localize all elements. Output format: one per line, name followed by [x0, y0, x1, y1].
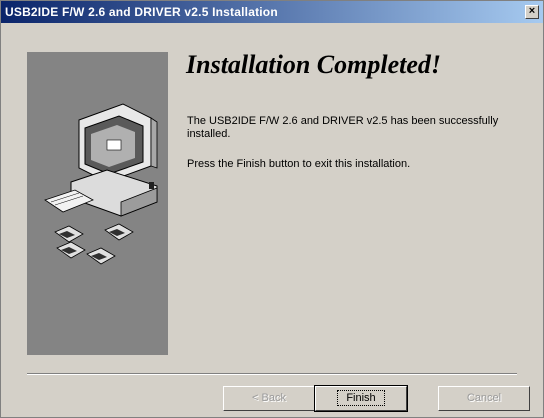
- completion-heading: Installation Completed!: [186, 50, 441, 79]
- back-button[interactable]: < Back: [223, 386, 315, 411]
- close-button[interactable]: ×: [525, 5, 539, 19]
- success-message: The USB2IDE F/W 2.6 and DRIVER v2.5 has …: [187, 115, 499, 140]
- finish-instruction: Press the Finish button to exit this ins…: [187, 158, 411, 170]
- cancel-button[interactable]: Cancel: [438, 386, 530, 411]
- footer-separator: [27, 373, 517, 375]
- finish-button-label: Finish: [337, 390, 385, 406]
- window-title: USB2IDE F/W 2.6 and DRIVER v2.5 Installa…: [5, 5, 278, 19]
- title-bar[interactable]: USB2IDE F/W 2.6 and DRIVER v2.5 Installa…: [1, 1, 543, 23]
- computer-with-floppy-disks-icon: [44, 103, 158, 265]
- installer-window: USB2IDE F/W 2.6 and DRIVER v2.5 Installa…: [0, 0, 544, 418]
- side-illustration-panel: [27, 52, 168, 355]
- finish-button[interactable]: Finish: [314, 385, 408, 412]
